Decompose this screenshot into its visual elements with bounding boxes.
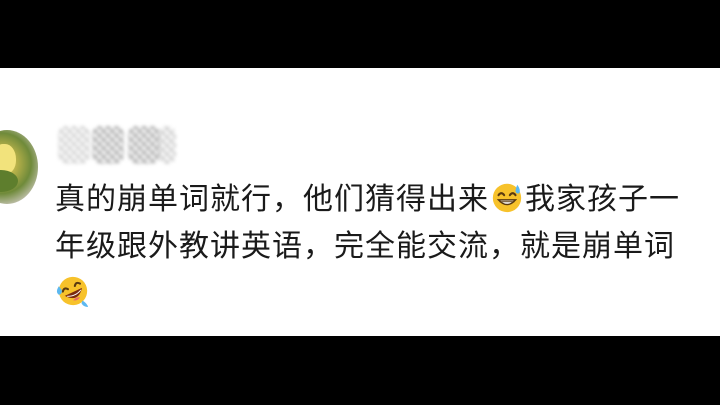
grinning-sweat-emoji-icon <box>492 183 522 213</box>
rolling-on-floor-laughing-emoji-icon <box>56 276 89 308</box>
comment-text: 真的崩单词就行，他们猜得出来 我家孩子一年级跟外教讲英语，完全能交流，就是崩单词 <box>55 176 695 317</box>
comment-card: 真的崩单词就行，他们猜得出来 我家孩子一年级跟外教讲英语，完全能交流，就是崩单词 <box>0 68 720 336</box>
comment-text-part1: 真的崩单词就行，他们猜得出来 <box>55 182 489 217</box>
avatar[interactable] <box>0 130 38 204</box>
username-blurred <box>58 126 178 166</box>
video-frame: 真的崩单词就行，他们猜得出来 我家孩子一年级跟外教讲英语，完全能交流，就是崩单词 <box>0 0 720 405</box>
